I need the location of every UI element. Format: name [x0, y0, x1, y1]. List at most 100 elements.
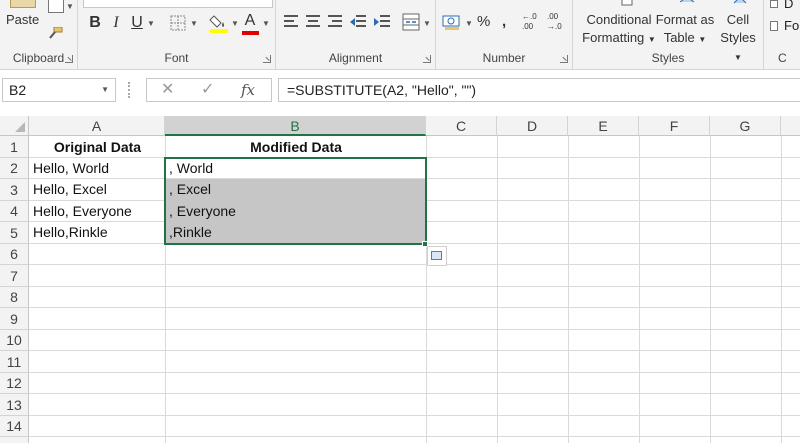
- italic-button[interactable]: I: [110, 12, 122, 34]
- borders-icon[interactable]: [170, 15, 186, 31]
- font-dialog-launcher[interactable]: [263, 55, 271, 63]
- copy-dropdown-icon[interactable]: ▼: [66, 2, 74, 11]
- insert-function-button[interactable]: fx: [241, 79, 255, 101]
- formula-bar: B2 ▼ ✕ ✓ fx =SUBSTITUTE(A2, "Hello", ""): [0, 70, 800, 116]
- column-header-f[interactable]: F: [639, 116, 710, 136]
- accounting-format-icon[interactable]: [442, 13, 462, 31]
- font-group-label: Font: [164, 51, 189, 65]
- gridline: [29, 264, 800, 265]
- cancel-icon[interactable]: ✕: [161, 79, 174, 101]
- formula-bar-splitter[interactable]: [128, 82, 131, 98]
- styles-group-label: Styles: [651, 51, 685, 65]
- row-header-15[interactable]: [0, 437, 29, 443]
- font-color-dropdown-icon[interactable]: ▼: [262, 19, 270, 28]
- cell-a3[interactable]: Hello, Excel: [30, 179, 165, 200]
- underline-dropdown-icon[interactable]: ▼: [147, 19, 155, 28]
- row-header-5[interactable]: 5: [0, 222, 29, 244]
- align-right-icon[interactable]: [328, 15, 344, 31]
- merge-dropdown-icon[interactable]: ▼: [423, 19, 431, 28]
- cell-a4[interactable]: Hello, Everyone: [30, 201, 165, 221]
- gridline: [639, 136, 640, 443]
- column-header-g[interactable]: G: [710, 116, 781, 136]
- column-header-c[interactable]: C: [426, 116, 497, 136]
- quick-analysis-button[interactable]: [427, 246, 447, 266]
- percent-style-button[interactable]: %: [477, 12, 490, 32]
- cell-a1[interactable]: Original Data: [30, 137, 165, 157]
- column-header-b[interactable]: B: [165, 116, 426, 136]
- gridline: [29, 415, 800, 416]
- gridline: [781, 136, 782, 443]
- row-header-10[interactable]: 10: [0, 330, 29, 351]
- decrease-decimal-button[interactable]: .00 →.0: [547, 12, 567, 34]
- row-header-1[interactable]: 1: [0, 136, 29, 158]
- select-all-button[interactable]: [0, 116, 29, 136]
- decrease-indent-icon[interactable]: [350, 15, 368, 31]
- cell-a2[interactable]: Hello, World: [30, 158, 165, 178]
- column-header-a[interactable]: A: [29, 116, 165, 136]
- name-box-dropdown-icon[interactable]: ▼: [101, 79, 109, 101]
- borders-dropdown-icon[interactable]: ▼: [190, 19, 198, 28]
- paste-button[interactable]: Paste: [6, 12, 39, 27]
- format-as-table-dropdown-icon: ▼: [698, 35, 707, 44]
- row-header-3[interactable]: 3: [0, 179, 29, 201]
- row-header-2[interactable]: 2: [0, 158, 29, 179]
- delete-cells-button[interactable]: D: [784, 0, 793, 11]
- gridline: [29, 350, 800, 351]
- gridline: [710, 136, 711, 443]
- row-header-14[interactable]: 14: [0, 416, 29, 437]
- clipboard-dialog-launcher[interactable]: [65, 55, 73, 63]
- row-header-12[interactable]: 12: [0, 373, 29, 394]
- formula-input[interactable]: =SUBSTITUTE(A2, "Hello", ""): [278, 78, 800, 102]
- format-as-table-button[interactable]: Format as Table ▼: [653, 11, 717, 49]
- row-header-9[interactable]: 9: [0, 308, 29, 330]
- paste-icon[interactable]: [10, 0, 36, 8]
- row-header-11[interactable]: 11: [0, 351, 29, 373]
- number-dialog-launcher[interactable]: [560, 55, 568, 63]
- align-left-icon[interactable]: [284, 15, 300, 31]
- cells-group: D Fo C: [764, 0, 800, 69]
- styles-group: Conditional Formatting ▼ Format as Table…: [573, 0, 764, 69]
- cell-styles-label: Cell: [726, 12, 750, 27]
- column-header-d[interactable]: D: [497, 116, 568, 136]
- cell-styles-label-2: Styles: [720, 30, 756, 45]
- worksheet-grid: A B C D E F G 1 2 3 4 5 6 7 8 9 10 11 12…: [0, 116, 800, 443]
- accounting-dropdown-icon[interactable]: ▼: [465, 19, 473, 28]
- quick-analysis-icon: [431, 251, 442, 260]
- format-cells-icon: [770, 21, 778, 31]
- underline-button[interactable]: U: [130, 12, 144, 34]
- format-painter-icon[interactable]: [46, 27, 64, 39]
- format-cells-button[interactable]: Fo: [784, 18, 799, 33]
- row-header-6[interactable]: 6: [0, 244, 29, 265]
- column-header-e[interactable]: E: [568, 116, 639, 136]
- increase-indent-icon[interactable]: [374, 15, 392, 31]
- increase-decimal-button[interactable]: ←.0.00: [522, 12, 542, 34]
- gridline: [29, 436, 800, 437]
- align-center-icon[interactable]: [306, 15, 322, 31]
- fill-color-icon[interactable]: [209, 12, 229, 34]
- row-header-8[interactable]: 8: [0, 287, 29, 308]
- row-header-13[interactable]: 13: [0, 394, 29, 416]
- enter-icon[interactable]: ✓: [201, 79, 214, 101]
- font-color-button[interactable]: A: [243, 12, 257, 30]
- selection-border: [164, 157, 427, 245]
- font-group: B I U ▼ ▼ ▼ A ▼ Font: [78, 0, 276, 69]
- name-box[interactable]: B2 ▼: [2, 78, 116, 102]
- fill-color-dropdown-icon[interactable]: ▼: [231, 19, 239, 28]
- font-name-box[interactable]: [83, 0, 273, 8]
- bold-button[interactable]: B: [88, 12, 102, 34]
- copy-icon[interactable]: [48, 0, 64, 13]
- alignment-dialog-launcher[interactable]: [423, 55, 431, 63]
- row-header-4[interactable]: 4: [0, 201, 29, 222]
- gridline: [29, 329, 800, 330]
- conditional-formatting-icon: [621, 0, 633, 6]
- gridline: [29, 307, 800, 308]
- merge-center-icon[interactable]: [402, 13, 420, 31]
- cell-b1[interactable]: Modified Data: [166, 137, 426, 157]
- ribbon: Paste ▼ Clipboard B I U ▼ ▼ ▼ A ▼ Font ▼…: [0, 0, 800, 70]
- conditional-formatting-button[interactable]: Conditional Formatting ▼: [580, 11, 658, 49]
- comma-style-button[interactable]: ,: [502, 12, 506, 32]
- cells-group-label: C: [778, 51, 787, 65]
- row-header-7[interactable]: 7: [0, 265, 29, 287]
- column-header-h[interactable]: [781, 116, 800, 136]
- cell-a5[interactable]: Hello,Rinkle: [30, 222, 165, 243]
